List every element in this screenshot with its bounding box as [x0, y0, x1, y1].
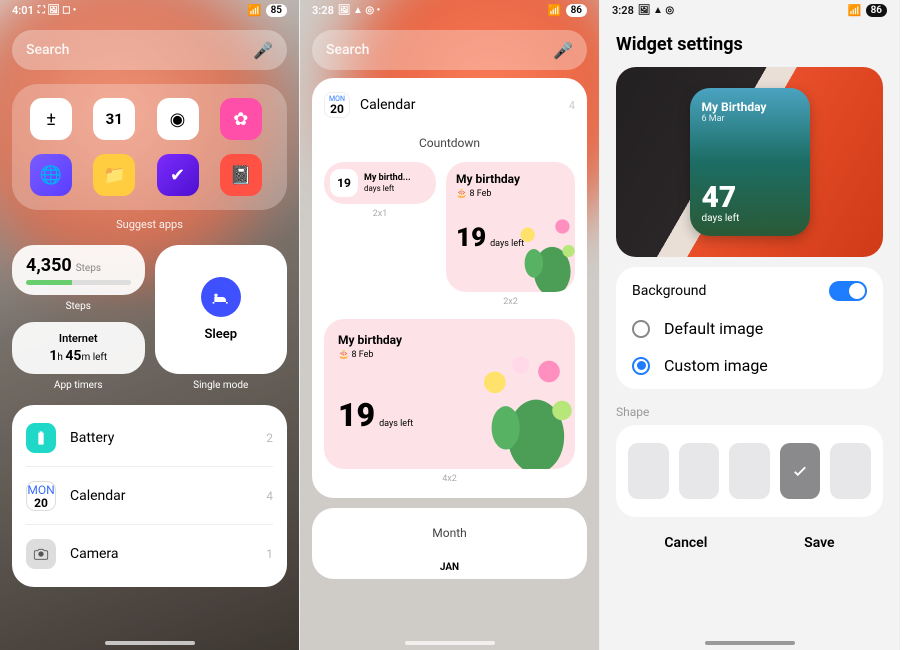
- app-timers-label: App timers: [12, 380, 145, 391]
- radio-custom-image[interactable]: Custom image: [632, 356, 867, 375]
- search-placeholder: Search: [26, 42, 253, 58]
- cancel-button[interactable]: Cancel: [664, 535, 707, 551]
- steps-widget-label: Steps: [12, 301, 145, 312]
- shape-option-5[interactable]: [830, 443, 871, 499]
- status-bar: 4:01 ⛶ 🖼 ⬚ • 📶 85: [0, 0, 299, 20]
- calendar-app-icon[interactable]: 31: [93, 98, 135, 140]
- signal-icon: 📶: [248, 4, 262, 17]
- phone-widget-settings: 3:28 🖼 ▲ ◎ 📶 86 Widget settings My Birth…: [600, 0, 900, 650]
- signal-icon: 📶: [848, 4, 862, 17]
- countdown-widget-2x1[interactable]: 19 My birthd... days left: [324, 162, 436, 204]
- calendar-icon: MON20: [26, 481, 56, 511]
- sleep-text: Sleep: [204, 327, 237, 342]
- countdown-widget-2x2[interactable]: My birthday 🎂 8 Feb 19 days left: [446, 162, 575, 292]
- internet-title: Internet: [26, 332, 131, 345]
- shape-selector: [616, 425, 883, 517]
- size-label: 4x2: [324, 474, 575, 484]
- list-item-battery[interactable]: Battery 2: [26, 409, 273, 467]
- countdown-widget-4x2[interactable]: My birthday 🎂 8 Feb 19 days left: [324, 319, 575, 469]
- files-app-icon[interactable]: 📁: [93, 154, 135, 196]
- camera-app-icon[interactable]: ◉: [157, 98, 199, 140]
- size-label: 2x2: [446, 297, 575, 307]
- size-label: 2x1: [324, 209, 436, 219]
- home-indicator[interactable]: [705, 641, 795, 645]
- shape-section-label: Shape: [616, 405, 883, 419]
- steps-progress: [26, 280, 131, 285]
- calendar-widget-card: MON20 Calendar 4 Countdown 19 My birthd.…: [312, 78, 587, 498]
- sleep-widget[interactable]: Sleep: [155, 245, 288, 374]
- background-toggle[interactable]: [829, 281, 867, 301]
- signal-icon: 📶: [548, 4, 562, 17]
- section-countdown: Countdown: [324, 136, 575, 150]
- status-time: 4:01: [12, 4, 34, 17]
- steps-value: 4,350: [26, 255, 72, 276]
- home-indicator[interactable]: [105, 641, 195, 645]
- widget-count: 4: [569, 99, 575, 112]
- battery-badge: 86: [566, 4, 587, 17]
- shape-option-2[interactable]: [679, 443, 720, 499]
- widget-preview: My Birthday 6 Mar 47 days left: [690, 88, 810, 236]
- folder-label: Suggest apps: [12, 218, 287, 231]
- list-item-calendar[interactable]: MON20 Calendar 4: [26, 467, 273, 525]
- widget-app-list: Battery 2 MON20 Calendar 4 Camera 1: [12, 405, 287, 587]
- shape-option-1[interactable]: [628, 443, 669, 499]
- todo-app-icon[interactable]: ✔: [157, 154, 199, 196]
- save-button[interactable]: Save: [804, 535, 834, 551]
- shape-option-3[interactable]: [729, 443, 770, 499]
- status-time: 3:28: [612, 4, 634, 17]
- widget-preview-area: My Birthday 6 Mar 47 days left: [616, 67, 883, 257]
- status-time: 3:28: [312, 4, 334, 17]
- month-widget-card[interactable]: Month JAN: [312, 508, 587, 579]
- gallery-app-icon[interactable]: ✿: [220, 98, 262, 140]
- phone-widgets-home: 4:01 ⛶ 🖼 ⬚ • 📶 85 Search 🎤 ± 31 ◉ ✿ 🌐 📁 …: [0, 0, 300, 650]
- bed-icon: [201, 277, 241, 317]
- calculator-app-icon[interactable]: ±: [30, 98, 72, 140]
- notes-app-icon[interactable]: 📓: [220, 154, 262, 196]
- card-title: Calendar: [360, 97, 559, 113]
- radio-icon-selected: [632, 357, 650, 375]
- battery-icon: [26, 423, 56, 453]
- radio-icon: [632, 320, 650, 338]
- search-bar[interactable]: Search 🎤: [12, 30, 287, 70]
- status-bar: 3:28 🖼 ▲ ◎ 📶 86: [600, 0, 899, 20]
- background-setting-card: Background Default image Custom image: [616, 267, 883, 389]
- battery-badge: 86: [866, 4, 887, 17]
- day-pill: 19: [330, 169, 358, 197]
- mic-icon[interactable]: 🎤: [253, 41, 273, 60]
- single-mode-label: Single mode: [155, 380, 288, 391]
- calendar-icon: MON20: [324, 92, 350, 118]
- internet-widget[interactable]: Internet 1h 45m left: [12, 322, 145, 374]
- background-label: Background: [632, 283, 706, 299]
- phone-calendar-widgets: 3:28 🖼 ▲ ◎ • 📶 86 Search 🎤 MON20 Calenda…: [300, 0, 600, 650]
- camera-icon: [26, 539, 56, 569]
- steps-unit: Steps: [76, 263, 101, 274]
- home-indicator[interactable]: [405, 641, 495, 645]
- suggest-apps-folder[interactable]: ± 31 ◉ ✿ 🌐 📁 ✔ 📓: [12, 84, 287, 210]
- status-left-icons: ⛶ 🖼 ⬚ •: [38, 5, 76, 16]
- mic-icon[interactable]: 🎤: [553, 41, 573, 60]
- search-bar[interactable]: Search 🎤: [312, 30, 587, 70]
- shape-option-4-selected[interactable]: [780, 443, 821, 499]
- battery-badge: 85: [266, 4, 287, 17]
- list-item-camera[interactable]: Camera 1: [26, 525, 273, 583]
- steps-widget[interactable]: 4,350 Steps: [12, 245, 145, 295]
- page-title: Widget settings: [616, 34, 883, 55]
- status-bar: 3:28 🖼 ▲ ◎ • 📶 86: [300, 0, 599, 20]
- browser-app-icon[interactable]: 🌐: [30, 154, 72, 196]
- radio-default-image[interactable]: Default image: [632, 319, 867, 338]
